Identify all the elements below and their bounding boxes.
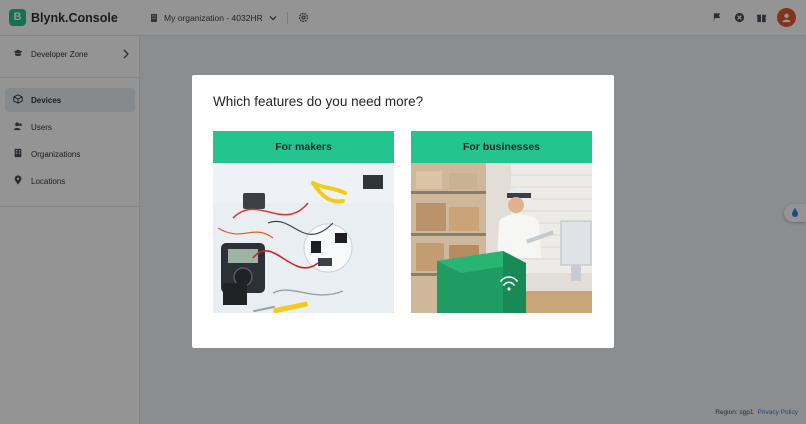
- feature-choice-modal: Which features do you need more? For mak…: [192, 75, 614, 348]
- card-title[interactable]: For makers: [213, 131, 394, 163]
- card-title[interactable]: For businesses: [411, 131, 592, 163]
- warehouse-worker-photo[interactable]: [411, 163, 592, 313]
- modal-title: Which features do you need more?: [213, 94, 424, 109]
- electronics-workbench-photo[interactable]: [213, 163, 394, 313]
- businesses-card[interactable]: For businesses: [411, 131, 592, 313]
- makers-card[interactable]: For makers: [213, 131, 394, 313]
